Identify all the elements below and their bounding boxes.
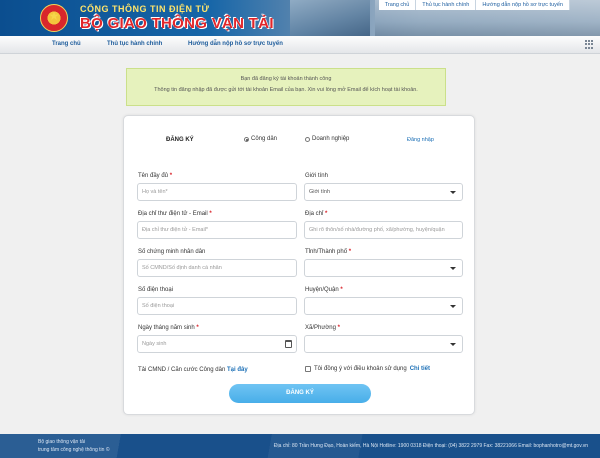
footer: Bộ giao thông vận tải trung tâm công ngh… bbox=[0, 434, 600, 458]
province-select[interactable] bbox=[304, 259, 463, 277]
top-link-home[interactable]: Trang chủ bbox=[378, 0, 417, 10]
gender-select[interactable]: Giới tính bbox=[304, 183, 463, 201]
grid-menu-icon[interactable] bbox=[585, 40, 594, 49]
radio-citizen[interactable]: Công dân bbox=[244, 136, 277, 142]
dob-label: Ngày tháng năm sinh * bbox=[138, 325, 199, 331]
phone-input[interactable]: Số điện thoại bbox=[137, 297, 297, 315]
main-nav: Trang chủ Thủ tục hành chính Hướng dẫn n… bbox=[0, 36, 600, 54]
register-button[interactable]: ĐĂNG KÝ bbox=[229, 384, 371, 403]
email-label: Địa chỉ thư điện tử - Email * bbox=[138, 211, 212, 217]
calendar-icon[interactable] bbox=[285, 340, 292, 348]
footer-center: trung tâm công nghệ thông tin © bbox=[38, 447, 110, 453]
id-upload-link[interactable]: Tại đây bbox=[227, 367, 248, 373]
radio-selected-icon bbox=[244, 136, 249, 142]
emblem-icon: ★ bbox=[40, 4, 68, 32]
radio-citizen-label: Công dân bbox=[251, 136, 278, 142]
radio-unselected-icon bbox=[305, 136, 310, 142]
nav-item-guide[interactable]: Hướng dẫn nộp hồ sơ trực tuyến bbox=[188, 41, 283, 47]
id-upload: Tải CMND / Căn cước Công dân Tại đây bbox=[138, 367, 248, 373]
login-link[interactable]: Đăng nhập bbox=[407, 137, 434, 143]
nav-item-procedures[interactable]: Thủ tục hành chính bbox=[107, 41, 162, 47]
radio-business[interactable]: Doanh nghiệp bbox=[305, 136, 349, 142]
district-select[interactable] bbox=[304, 297, 463, 315]
terms-detail-link[interactable]: Chi tiết bbox=[410, 366, 430, 372]
notice-line-2: Thông tin đăng nhập đã được gửi tới tài … bbox=[154, 87, 418, 93]
nav-item-home[interactable]: Trang chủ bbox=[52, 41, 81, 47]
chevron-down-icon bbox=[450, 343, 456, 346]
banner-photo bbox=[290, 0, 370, 36]
header-banner: ★ CỔNG THÔNG TIN ĐIỆN TỬ BỘ GIAO THÔNG V… bbox=[0, 0, 600, 36]
footer-org: Bộ giao thông vận tải bbox=[38, 439, 85, 445]
top-link-procedures[interactable]: Thủ tục hành chính bbox=[416, 0, 477, 10]
address-input[interactable]: Ghi rõ thôn/số nhà/đường phố, xã/phường,… bbox=[304, 221, 463, 239]
site-subtitle: CỔNG THÔNG TIN ĐIỆN TỬ bbox=[80, 4, 210, 14]
site-title: BỘ GIAO THÔNG VẬN TẢI bbox=[80, 15, 274, 32]
ward-select[interactable] bbox=[304, 335, 463, 353]
terms-text: Tôi đồng ý với điều khoản sử dụng bbox=[314, 366, 407, 372]
chevron-down-icon bbox=[450, 267, 456, 270]
province-label: Tỉnh/Thành phố * bbox=[305, 249, 352, 255]
top-link-guide[interactable]: Hướng dẫn nộp hồ sơ trực tuyến bbox=[476, 0, 570, 10]
phone-label: Số điện thoại bbox=[138, 287, 174, 293]
terms-checkbox[interactable] bbox=[305, 366, 311, 372]
email-input[interactable]: Địa chỉ thư điện tử - Email* bbox=[137, 221, 297, 239]
dob-input[interactable]: Ngày sinh bbox=[137, 335, 297, 353]
id-upload-text: Tải CMND / Căn cước Công dân bbox=[138, 367, 226, 373]
registration-form: ĐĂNG KÝ Công dân Doanh nghiệp Đăng nhập … bbox=[123, 115, 475, 415]
address-label: Địa chỉ * bbox=[305, 211, 328, 217]
success-notice: Bạn đã đăng ký tài khoản thành công Thôn… bbox=[126, 68, 446, 106]
form-title: ĐĂNG KÝ bbox=[166, 137, 194, 143]
id-number-input[interactable]: Số CMND/Số định danh cá nhân bbox=[137, 259, 297, 277]
gender-label: Giới tính bbox=[305, 173, 328, 179]
chevron-down-icon bbox=[450, 305, 456, 308]
top-links: Trang chủ Thủ tục hành chính Hướng dẫn n… bbox=[378, 0, 570, 10]
district-label: Huyện/Quận * bbox=[305, 287, 343, 293]
ward-label: Xã/Phường * bbox=[305, 325, 340, 331]
id-number-label: Số chứng minh nhân dân bbox=[138, 249, 206, 255]
full-name-input[interactable]: Họ và tên* bbox=[137, 183, 297, 201]
footer-contact: Địa chỉ: 80 Trần Hưng Đạo, Hoàn kiếm, Hà… bbox=[273, 443, 588, 449]
terms-agree: Tôi đồng ý với điều khoản sử dụng Chi ti… bbox=[305, 366, 430, 372]
chevron-down-icon bbox=[450, 191, 456, 194]
notice-line-1: Bạn đã đăng ký tài khoản thành công bbox=[240, 76, 332, 82]
full-name-label: Tên đầy đủ * bbox=[138, 173, 173, 179]
radio-business-label: Doanh nghiệp bbox=[312, 136, 350, 142]
